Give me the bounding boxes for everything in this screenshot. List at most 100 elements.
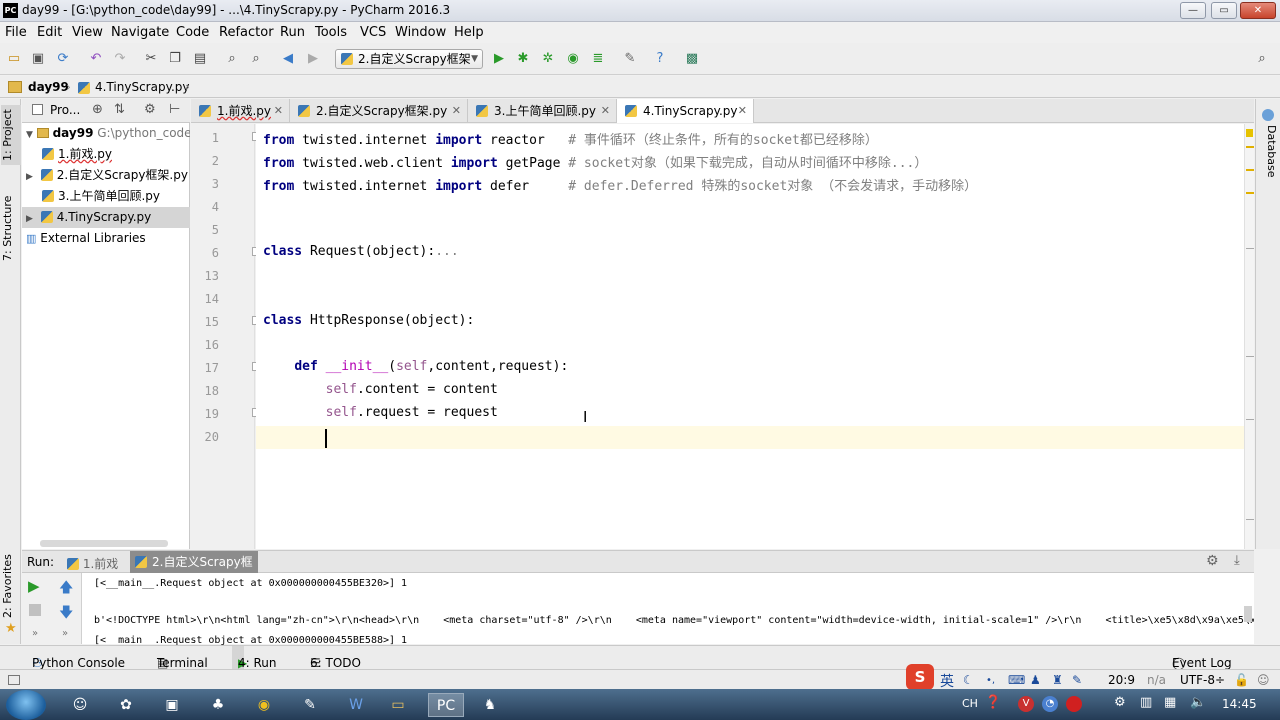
explorer-icon[interactable]: ▭ <box>380 693 416 717</box>
inspector-icon[interactable]: ☺ <box>1257 673 1270 687</box>
menu-file[interactable]: File <box>5 25 27 40</box>
run-config-select[interactable]: 2.自定义Scrapy框架 ▼ <box>335 49 483 69</box>
open-folder-icon[interactable]: ▭ <box>6 51 22 67</box>
chrome-icon[interactable]: ◉ <box>246 693 282 717</box>
wrench-icon[interactable]: ✎ <box>1072 673 1082 687</box>
tree-item-root[interactable]: ▼ day99 G:\python_code\d <box>22 123 190 144</box>
warning-marker-icon[interactable] <box>1246 169 1254 171</box>
close-tab-icon[interactable]: ✕ <box>601 99 610 123</box>
scroll-down-icon[interactable]: 🡇 <box>59 602 73 626</box>
more-icon[interactable]: » <box>32 628 38 639</box>
rerun-icon[interactable]: ▶ <box>28 577 40 595</box>
tray-icon[interactable]: V <box>1018 696 1034 712</box>
replace-icon[interactable]: ⌕ <box>248 51 264 67</box>
marker-icon[interactable] <box>1246 248 1254 249</box>
marker-icon[interactable] <box>1246 519 1254 520</box>
minimize-panel-icon[interactable]: ⤓ <box>1234 553 1240 568</box>
more-icon[interactable]: » <box>62 628 68 639</box>
tab-structure[interactable]: 7: Structure <box>1 193 21 263</box>
menu-navigate[interactable]: Navigate <box>111 25 169 40</box>
tree-item-file[interactable]: 3.上午简单回顾.py <box>22 186 190 207</box>
tree-item-file[interactable]: ▶ 2.自定义Scrapy框架.py <box>22 165 190 186</box>
language-indicator[interactable]: CH <box>962 697 978 710</box>
close-button[interactable]: ✕ <box>1240 2 1276 19</box>
back-icon[interactable]: ◀ <box>280 51 296 67</box>
hide-panel-icon[interactable]: ⊢ <box>169 102 180 117</box>
breadcrumb-project[interactable]: day99 <box>28 80 69 94</box>
cut-icon[interactable]: ✂ <box>143 51 159 67</box>
word-icon[interactable]: W <box>338 693 374 717</box>
editor-error-stripe[interactable] <box>1244 124 1254 549</box>
menu-edit[interactable]: Edit <box>37 25 62 40</box>
tab-database[interactable]: Database <box>1258 125 1278 180</box>
vertical-scrollbar[interactable] <box>1244 606 1252 622</box>
line-separator[interactable]: n/a <box>1147 673 1166 687</box>
editor-tab[interactable]: 2.自定义Scrapy框架.py ✕ <box>290 99 468 123</box>
start-button[interactable] <box>6 690 46 720</box>
taskbar-app-icon[interactable]: ▣ <box>154 693 190 717</box>
network-icon[interactable]: ▥ <box>1140 695 1152 710</box>
clock[interactable]: 14:45 <box>1222 697 1257 711</box>
user-icon[interactable]: ♟ <box>1030 673 1041 687</box>
notepad-icon[interactable]: ✎ <box>292 693 328 717</box>
run-output[interactable]: [<__main__.Request object at 0x000000000… <box>22 573 1254 646</box>
target-icon[interactable]: ⊕ <box>92 102 103 117</box>
pycharm-taskbar-icon[interactable]: PC <box>428 693 464 717</box>
toggle-tool-windows-icon[interactable] <box>8 675 20 685</box>
profile-icon[interactable]: ◉ <box>565 51 581 67</box>
tree-item-file-selected[interactable]: ▶ 4.TinyScrapy.py <box>22 207 190 228</box>
save-icon[interactable]: ▣ <box>30 51 46 67</box>
tray-icon[interactable]: ⚙ <box>1114 695 1126 710</box>
menu-view[interactable]: View <box>72 25 103 40</box>
lock-icon[interactable]: 🔓 <box>1234 673 1249 687</box>
moon-icon[interactable]: ☾ <box>963 673 974 687</box>
code-editor[interactable]: from twisted.internet import reactor # 事… <box>256 124 1244 549</box>
keyboard-icon[interactable]: ⌨ <box>1008 673 1025 687</box>
menu-tools[interactable]: Tools <box>315 25 347 40</box>
warning-marker-icon[interactable] <box>1246 192 1254 194</box>
tray-icon[interactable]: ❓ <box>985 695 1001 710</box>
redo-icon[interactable]: ↷ <box>112 51 128 67</box>
shirt-icon[interactable]: ♜ <box>1052 673 1063 687</box>
close-tab-icon[interactable]: ✕ <box>452 99 461 123</box>
run-icon[interactable]: ▶ <box>491 51 507 67</box>
collapse-icon[interactable]: ⇅ <box>114 102 125 117</box>
breadcrumb-file[interactable]: 4.TinyScrapy.py <box>95 80 190 94</box>
gear-icon[interactable]: ⚙ <box>144 102 156 117</box>
run-tab-active[interactable]: 2.自定义Scrapy框架 <box>130 551 258 591</box>
ime-mode[interactable]: 英 <box>940 671 954 691</box>
marker-icon[interactable] <box>1246 419 1254 420</box>
editor-tab[interactable]: 3.上午简单回顾.py ✕ <box>468 99 617 123</box>
menu-window[interactable]: Window <box>395 25 446 40</box>
undo-icon[interactable]: ↶ <box>88 51 104 67</box>
menu-run[interactable]: Run <box>280 25 305 40</box>
run-tab[interactable]: 1.前戏 <box>67 555 118 572</box>
menu-refactor[interactable]: Refactor <box>219 25 274 40</box>
paste-icon[interactable]: ▤ <box>192 51 208 67</box>
forward-icon[interactable]: ▶ <box>305 51 321 67</box>
settings-icon[interactable]: ✎ <box>622 51 638 67</box>
minimize-button[interactable]: — <box>1180 2 1206 19</box>
stop-icon[interactable] <box>29 604 41 616</box>
editor-tab-active[interactable]: 4.TinyScrapy.py ✕ <box>617 99 754 123</box>
plugin-icon[interactable]: ▩ <box>684 51 700 67</box>
punct-icon[interactable]: •, <box>986 675 995 686</box>
tray-icon[interactable]: ▦ <box>1164 695 1176 710</box>
tree-item-external-libraries[interactable]: ▥ External Libraries <box>22 228 190 249</box>
menu-vcs[interactable]: VCS <box>360 25 386 40</box>
help-icon[interactable]: ? <box>652 51 668 67</box>
tray-icon[interactable] <box>1066 696 1082 712</box>
taskbar-app-icon[interactable]: ✿ <box>108 693 144 717</box>
marker-icon[interactable] <box>1246 356 1254 357</box>
taskbar-app-icon[interactable]: ♞ <box>472 693 508 717</box>
copy-icon[interactable]: ❐ <box>167 51 183 67</box>
tab-favorites[interactable]: 2: Favorites <box>1 553 21 619</box>
cursor-position[interactable]: 20:9 <box>1108 673 1135 687</box>
debug-icon[interactable]: ✱ <box>515 51 531 67</box>
tab-project[interactable]: 1: Project <box>1 105 21 165</box>
concurrency-icon[interactable]: ≣ <box>590 51 606 67</box>
find-icon[interactable]: ⌕ <box>224 51 240 67</box>
gear-icon[interactable]: ⚙ <box>1206 553 1219 569</box>
horizontal-scrollbar[interactable] <box>40 540 168 547</box>
taskbar-app-icon[interactable]: ☺ <box>62 693 98 717</box>
